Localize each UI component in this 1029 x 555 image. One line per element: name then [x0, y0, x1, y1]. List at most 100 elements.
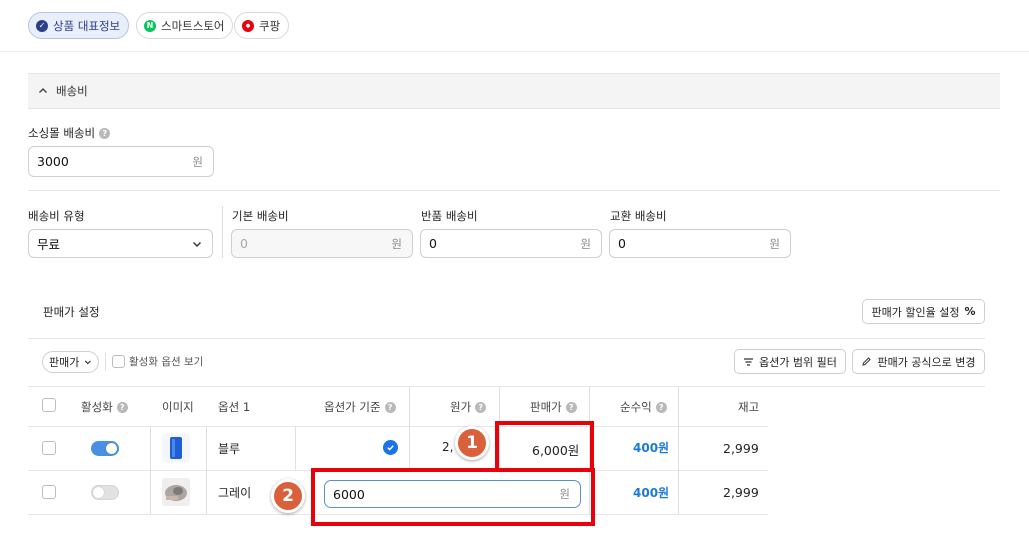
help-icon[interactable]: ? — [565, 401, 577, 413]
header-option1: 옵션 1 — [218, 388, 250, 426]
header-label: 옵션 1 — [218, 400, 251, 414]
annotation-badge-2: 2 — [271, 479, 305, 513]
check-circle-icon: ✓ — [36, 19, 48, 32]
select-value: 무료 — [37, 237, 61, 252]
row-checkbox[interactable] — [42, 441, 56, 455]
return-fee-label: 반품 배송비 — [421, 208, 478, 224]
base-option-check-icon[interactable] — [383, 440, 398, 455]
tab-product-info[interactable]: ✓ 상품 대표정보 — [28, 12, 130, 39]
input-value: 0 — [429, 236, 437, 251]
header-base-option: 옵션가 기준 ? — [324, 388, 396, 426]
highlight-box-price-input — [311, 468, 595, 526]
option1-value: 그레이 — [218, 486, 252, 500]
header-label: 옵션가 기준 — [324, 400, 381, 414]
button-label: 옵션가 범위 필터 — [759, 355, 837, 369]
button-label: 판매가 공식으로 변경 — [877, 355, 976, 369]
product-thumbnail — [162, 478, 190, 506]
discount-rate-button[interactable]: 판매가 할인율 설정 % — [862, 299, 985, 324]
input-value: 0 — [240, 236, 248, 251]
small-item-fee-label: 소싱몰 배송비 ? — [28, 125, 111, 141]
exchange-fee-input[interactable]: 0 원 — [609, 229, 791, 258]
input-value: 3000 — [37, 154, 69, 169]
tab-smartstore[interactable]: N 스마트스토어 — [136, 12, 234, 39]
row-checkbox[interactable] — [42, 485, 56, 499]
shipping-section-toggle[interactable]: 배송비 — [28, 73, 1000, 109]
cost-value: 2, — [442, 440, 454, 454]
product-image-gray — [165, 485, 187, 501]
help-icon[interactable]: ? — [475, 401, 487, 413]
percent-icon: % — [964, 305, 976, 318]
chevron-up-icon — [39, 88, 47, 93]
toggle-knob — [93, 487, 104, 498]
chevron-down-icon — [85, 360, 92, 365]
shipping-type-select[interactable]: 무료 — [28, 229, 213, 258]
header-label: 이미지 — [162, 400, 194, 414]
channel-tabs-bar: ✓ 상품 대표정보 N 스마트스토어 ● 쿠팡 — [0, 0, 1029, 52]
product-image-blue — [170, 437, 182, 459]
base-fee-label: 기본 배송비 — [232, 208, 289, 224]
table-row-border — [28, 426, 768, 427]
unit-label: 원 — [580, 236, 591, 251]
divider — [28, 338, 985, 339]
naver-n-icon: N — [144, 19, 156, 32]
dropdown-label: 판매가 — [49, 356, 80, 369]
shipping-type-label: 배송비 유형 — [28, 208, 85, 224]
input-value: 0 — [618, 236, 626, 251]
header-label: 재고 — [738, 400, 760, 414]
tab-label: 상품 대표정보 — [53, 18, 121, 33]
product-thumbnail — [162, 434, 190, 462]
column-divider — [295, 426, 296, 470]
return-fee-input[interactable]: 0 원 — [420, 229, 602, 258]
price-filter-dropdown[interactable]: 판매가 — [42, 351, 99, 373]
annotation-badge-1: 1 — [455, 426, 489, 460]
toggle-knob — [106, 443, 117, 454]
column-divider — [150, 426, 151, 514]
tab-label: 쿠팡 — [259, 18, 281, 33]
tab-label: 스마트스토어 — [161, 18, 225, 33]
header-active: 활성화 ? — [81, 388, 128, 426]
active-toggle-on[interactable] — [91, 441, 119, 456]
help-icon[interactable]: ? — [384, 401, 396, 413]
help-icon[interactable]: ? — [655, 401, 667, 413]
active-toggle-off[interactable] — [91, 485, 119, 500]
small-item-fee-input[interactable]: 3000 원 — [28, 146, 214, 177]
divider — [105, 353, 106, 371]
header-stock: 재고 — [738, 388, 759, 426]
help-icon[interactable]: ? — [99, 127, 111, 139]
header-label: 판매가 — [530, 400, 562, 414]
header-label: 원가 — [450, 400, 472, 414]
formula-change-button[interactable]: 판매가 공식으로 변경 — [852, 349, 985, 374]
label-text: 소싱몰 배송비 — [28, 126, 96, 140]
pencil-icon — [862, 357, 872, 366]
chevron-down-icon — [193, 241, 201, 247]
header-image: 이미지 — [162, 388, 194, 426]
button-label: 판매가 할인율 설정 — [871, 305, 960, 319]
header-profit: 순수익 ? — [620, 388, 667, 426]
column-divider — [678, 387, 679, 514]
divider — [222, 206, 223, 258]
section-title: 배송비 — [56, 84, 88, 98]
header-label: 활성화 — [81, 400, 113, 414]
range-filter-button[interactable]: 옵션가 범위 필터 — [734, 349, 846, 374]
column-divider — [206, 426, 207, 514]
profit-value: 400원 — [633, 441, 670, 455]
stock-value: 2,999 — [723, 485, 759, 500]
table-top-border — [28, 386, 985, 387]
active-only-checkbox[interactable] — [112, 355, 125, 368]
label-text: 배송비 유형 — [28, 209, 85, 223]
option1-value: 블루 — [218, 442, 241, 456]
label-text: 기본 배송비 — [232, 209, 289, 223]
unit-label: 원 — [391, 236, 402, 251]
base-fee-input[interactable]: 0 원 — [231, 229, 413, 258]
exchange-fee-label: 교환 배송비 — [610, 208, 667, 224]
coupang-icon: ● — [242, 19, 254, 32]
unit-label: 원 — [769, 236, 780, 251]
tab-coupang[interactable]: ● 쿠팡 — [234, 12, 290, 39]
active-only-label: 활성화 옵션 보기 — [129, 356, 204, 368]
help-icon[interactable]: ? — [116, 401, 128, 413]
stock-value: 2,999 — [723, 441, 759, 456]
profit-value: 400원 — [633, 486, 670, 500]
highlight-box-price — [495, 421, 594, 472]
filter-icon — [744, 357, 754, 366]
select-all-checkbox[interactable] — [42, 398, 56, 412]
